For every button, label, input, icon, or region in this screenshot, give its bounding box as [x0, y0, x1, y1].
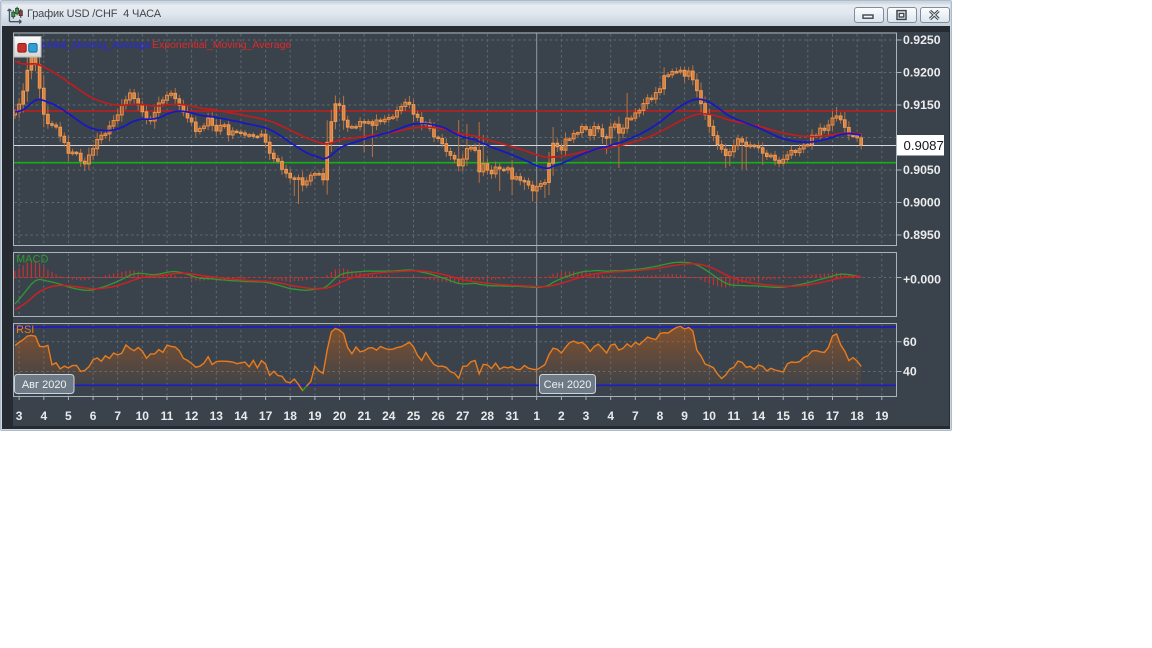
- svg-text:0.8950: 0.8950: [903, 228, 941, 242]
- svg-text:1: 1: [533, 409, 540, 423]
- svg-text:20: 20: [333, 409, 347, 423]
- svg-text:14: 14: [234, 409, 248, 423]
- svg-text:14: 14: [752, 409, 766, 423]
- svg-text:0.9150: 0.9150: [903, 98, 941, 112]
- svg-text:17: 17: [259, 409, 273, 423]
- svg-text:15: 15: [777, 409, 791, 423]
- svg-text:13: 13: [210, 409, 224, 423]
- svg-text:12: 12: [185, 409, 199, 423]
- svg-text:40: 40: [903, 365, 917, 379]
- svg-text:6: 6: [90, 409, 97, 423]
- svg-text:Авг 2020: Авг 2020: [22, 379, 67, 391]
- svg-text:4: 4: [607, 409, 614, 423]
- svg-text:28: 28: [481, 409, 495, 423]
- svg-text:Сен 2020: Сен 2020: [544, 379, 592, 391]
- svg-text:3: 3: [583, 409, 590, 423]
- svg-text:26: 26: [431, 409, 445, 423]
- svg-text:0.9000: 0.9000: [903, 196, 941, 210]
- svg-text:9: 9: [681, 409, 688, 423]
- svg-text:4: 4: [40, 409, 47, 423]
- svg-text:18: 18: [284, 409, 298, 423]
- svg-text:27: 27: [456, 409, 470, 423]
- svg-text:31: 31: [505, 409, 519, 423]
- svg-text:18: 18: [850, 409, 864, 423]
- svg-text:16: 16: [801, 409, 815, 423]
- svg-text:7: 7: [632, 409, 639, 423]
- svg-text:+0.000: +0.000: [903, 273, 941, 287]
- svg-text:11: 11: [161, 409, 174, 423]
- svg-text:0.9200: 0.9200: [903, 66, 941, 80]
- svg-text:0.9050: 0.9050: [903, 163, 941, 177]
- svg-text:RSI: RSI: [16, 324, 34, 336]
- svg-text:5: 5: [65, 409, 72, 423]
- svg-text:10: 10: [703, 409, 717, 423]
- svg-text:25: 25: [407, 409, 421, 423]
- svg-text:21: 21: [358, 409, 372, 423]
- svg-text:Exponential_Moving_Average: Exponential_Moving_Average: [152, 39, 291, 51]
- svg-text:19: 19: [875, 409, 889, 423]
- svg-text:0.9087: 0.9087: [904, 138, 944, 153]
- svg-text:2: 2: [558, 409, 565, 423]
- svg-text:ential_Moving_Average: ential_Moving_Average: [42, 39, 152, 51]
- svg-text:11: 11: [728, 409, 741, 423]
- svg-text:0.9250: 0.9250: [903, 33, 941, 47]
- svg-text:MACD: MACD: [16, 254, 48, 266]
- svg-text:19: 19: [308, 409, 322, 423]
- svg-text:17: 17: [826, 409, 840, 423]
- svg-text:24: 24: [382, 409, 396, 423]
- svg-text:7: 7: [114, 409, 121, 423]
- svg-text:10: 10: [136, 409, 150, 423]
- svg-text:60: 60: [903, 335, 917, 349]
- svg-text:3: 3: [16, 409, 23, 423]
- svg-text:8: 8: [657, 409, 664, 423]
